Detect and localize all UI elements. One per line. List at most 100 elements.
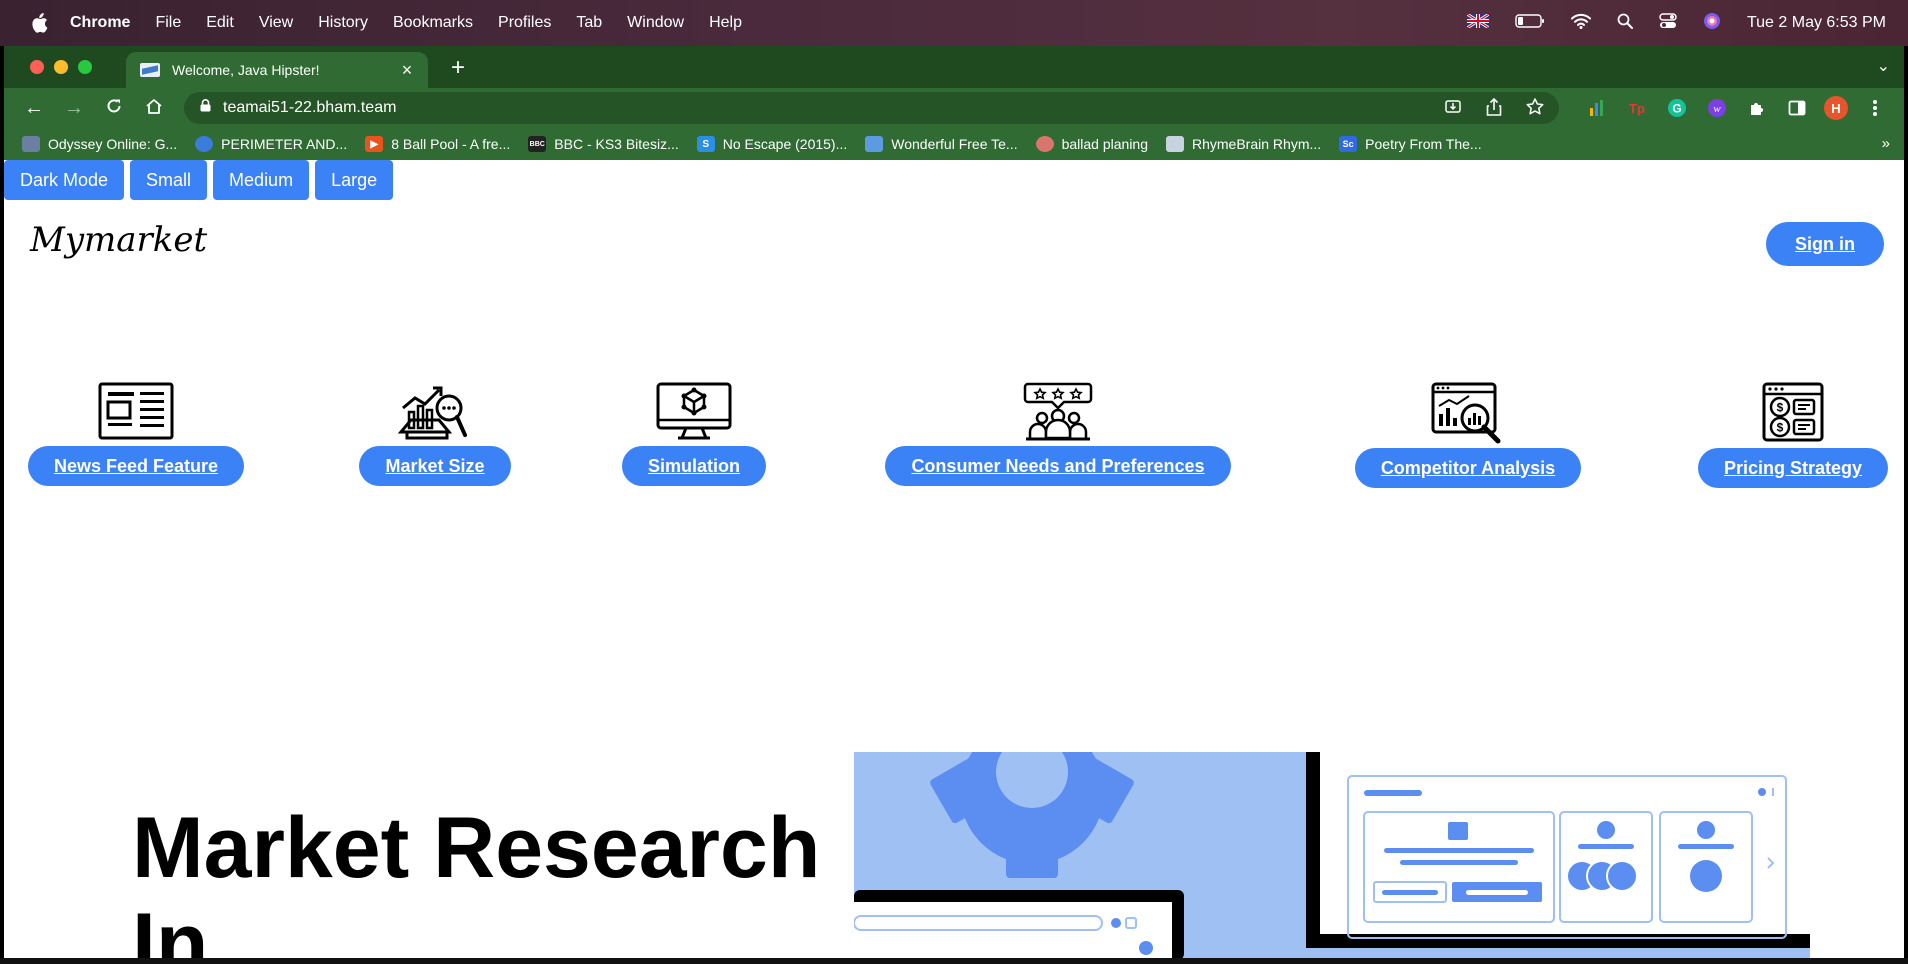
shield-icon	[22, 136, 40, 152]
uk-flag-icon[interactable]	[1466, 12, 1490, 33]
minimize-window-button[interactable]	[54, 60, 68, 74]
lock-icon[interactable]	[200, 99, 211, 117]
bookmark-star-icon[interactable]	[1525, 97, 1545, 122]
medium-text-button[interactable]: Medium	[213, 160, 310, 200]
small-text-button[interactable]: Small	[130, 160, 208, 200]
active-tab[interactable]: Welcome, Java Hipster! ×	[126, 52, 428, 88]
menu-window[interactable]: Window	[627, 14, 684, 32]
zoom-window-button[interactable]	[78, 60, 92, 74]
newspaper-icon	[98, 382, 174, 440]
menu-bookmarks[interactable]: Bookmarks	[393, 14, 473, 32]
tab-title: Welcome, Java Hipster!	[172, 62, 320, 78]
tp-extension-icon[interactable]: Tp	[1624, 95, 1650, 121]
feature-button[interactable]: Competitor Analysis	[1354, 448, 1582, 488]
menu-view[interactable]: View	[259, 14, 293, 32]
hero-title: Market Research In	[132, 800, 821, 958]
close-window-button[interactable]	[30, 60, 44, 74]
apple-icon[interactable]	[28, 13, 50, 33]
bookmark-item[interactable]: ballad planing	[1035, 136, 1148, 152]
bookmark-item[interactable]: ▶ 8 Ball Pool - A fre...	[365, 136, 510, 152]
bookmark-item[interactable]: PERIMETER AND...	[195, 136, 347, 152]
large-text-button[interactable]: Large	[315, 160, 394, 200]
customer-review-icon	[1023, 382, 1093, 441]
page-icon	[1166, 136, 1184, 152]
bookmarks-bar: Odyssey Online: G... PERIMETER AND... ▶ 8…	[4, 128, 1904, 160]
feature-button[interactable]: Market Size	[359, 446, 511, 486]
circle-icon	[195, 136, 214, 152]
market-research-illustration	[854, 752, 1810, 958]
market-analysis-icon	[397, 386, 467, 440]
control-center-icon[interactable]	[1659, 12, 1677, 34]
profile-avatar[interactable]: H	[1824, 96, 1848, 120]
feature-market-size: Market Size	[352, 380, 518, 486]
bookmark-item[interactable]: BBC BBC - KS3 Bitesiz...	[528, 136, 679, 152]
tab-close-icon[interactable]: ×	[396, 60, 418, 81]
address-bar[interactable]: teamai51-22.bham.team	[184, 92, 1559, 124]
side-panel-icon[interactable]	[1784, 95, 1810, 121]
analytics-extension-icon[interactable]	[1584, 95, 1610, 121]
battery-icon[interactable]	[1515, 13, 1545, 33]
install-app-icon[interactable]	[1443, 97, 1463, 122]
back-arrow-icon[interactable]: ←	[14, 97, 54, 120]
bookmark-label: ballad planing	[1061, 136, 1148, 152]
chart-magnifier-icon	[1431, 382, 1501, 444]
site-logo[interactable]: Mymarket	[30, 220, 207, 260]
sign-in-button[interactable]: Sign in	[1766, 222, 1884, 266]
display-controls: Dark Mode Small Medium Large	[4, 160, 394, 200]
wordtune-icon[interactable]: w	[1704, 95, 1730, 121]
bookmarks-overflow-icon[interactable]: »	[1882, 135, 1890, 152]
bookmark-item[interactable]: S No Escape (2015)...	[696, 136, 847, 152]
feature-consumer-needs: Consumer Needs and Preferences	[868, 380, 1248, 486]
feature-competitor-analysis: Competitor Analysis	[1344, 380, 1592, 488]
svg-text:G: G	[1672, 102, 1681, 116]
share-icon[interactable]	[1485, 97, 1503, 122]
window-bottom-edge	[0, 958, 1908, 964]
wifi-icon[interactable]	[1570, 13, 1591, 34]
bookmark-item[interactable]: Odyssey Online: G...	[22, 136, 177, 152]
url-text[interactable]: teamai51-22.bham.team	[223, 99, 396, 117]
bookmark-label: BBC - KS3 Bitesiz...	[554, 136, 679, 152]
menu-edit[interactable]: Edit	[206, 14, 234, 32]
tab-search-chevron-icon[interactable]: ⌄	[1877, 56, 1890, 76]
forward-arrow-icon[interactable]: →	[54, 97, 94, 120]
menu-profiles[interactable]: Profiles	[498, 14, 551, 32]
home-icon[interactable]	[134, 97, 174, 120]
macos-menu-bar: Chrome File Edit View History Bookmarks …	[0, 0, 1908, 46]
feature-button[interactable]: Simulation	[621, 446, 766, 486]
menu-history[interactable]: History	[318, 14, 368, 32]
sc-icon: Sc	[1339, 136, 1358, 152]
feature-button[interactable]: Consumer Needs and Preferences	[885, 446, 1231, 486]
feature-button[interactable]: Pricing Strategy	[1697, 448, 1889, 488]
bookmark-item[interactable]: Wonderful Free Te...	[865, 136, 1018, 152]
play-icon: ▶	[365, 136, 384, 152]
spotlight-search-icon[interactable]	[1617, 13, 1633, 34]
feature-news-feed: News Feed Feature	[16, 380, 256, 486]
extensions-puzzle-icon[interactable]	[1744, 95, 1770, 121]
svg-text:$: $	[1777, 421, 1784, 435]
bookmark-item[interactable]: RhymeBrain Rhym...	[1166, 136, 1321, 152]
bookmark-label: Wonderful Free Te...	[891, 136, 1018, 152]
new-tab-button[interactable]: +	[444, 54, 472, 82]
bookmark-item[interactable]: Sc Poetry From The...	[1339, 136, 1482, 152]
menu-file[interactable]: File	[155, 14, 181, 32]
page-viewport: Dark Mode Small Medium Large Mymarket Si…	[4, 160, 1904, 958]
menu-help[interactable]: Help	[709, 14, 742, 32]
menu-clock[interactable]: Tue 2 May 6:53 PM	[1747, 14, 1886, 32]
more-menu-icon[interactable]	[1862, 95, 1888, 121]
feature-button[interactable]: News Feed Feature	[27, 446, 245, 486]
extensions-area: Tp G w H	[1584, 95, 1888, 121]
menu-tab[interactable]: Tab	[576, 14, 602, 32]
reload-icon[interactable]	[94, 97, 134, 120]
monitor-cube-icon	[656, 382, 732, 440]
price-list-icon: $ $	[1762, 382, 1824, 442]
dark-mode-button[interactable]: Dark Mode	[4, 160, 125, 200]
fish-icon	[1035, 136, 1054, 152]
menu-app-name[interactable]: Chrome	[70, 14, 130, 32]
image-icon	[865, 136, 884, 152]
bookmark-label: Odyssey Online: G...	[48, 136, 178, 152]
bbc-icon: BBC	[528, 136, 547, 152]
svg-text:$: $	[1777, 401, 1784, 415]
grammarly-icon[interactable]: G	[1664, 95, 1690, 121]
siri-icon[interactable]	[1703, 12, 1721, 35]
feature-simulation: Simulation	[612, 380, 776, 486]
